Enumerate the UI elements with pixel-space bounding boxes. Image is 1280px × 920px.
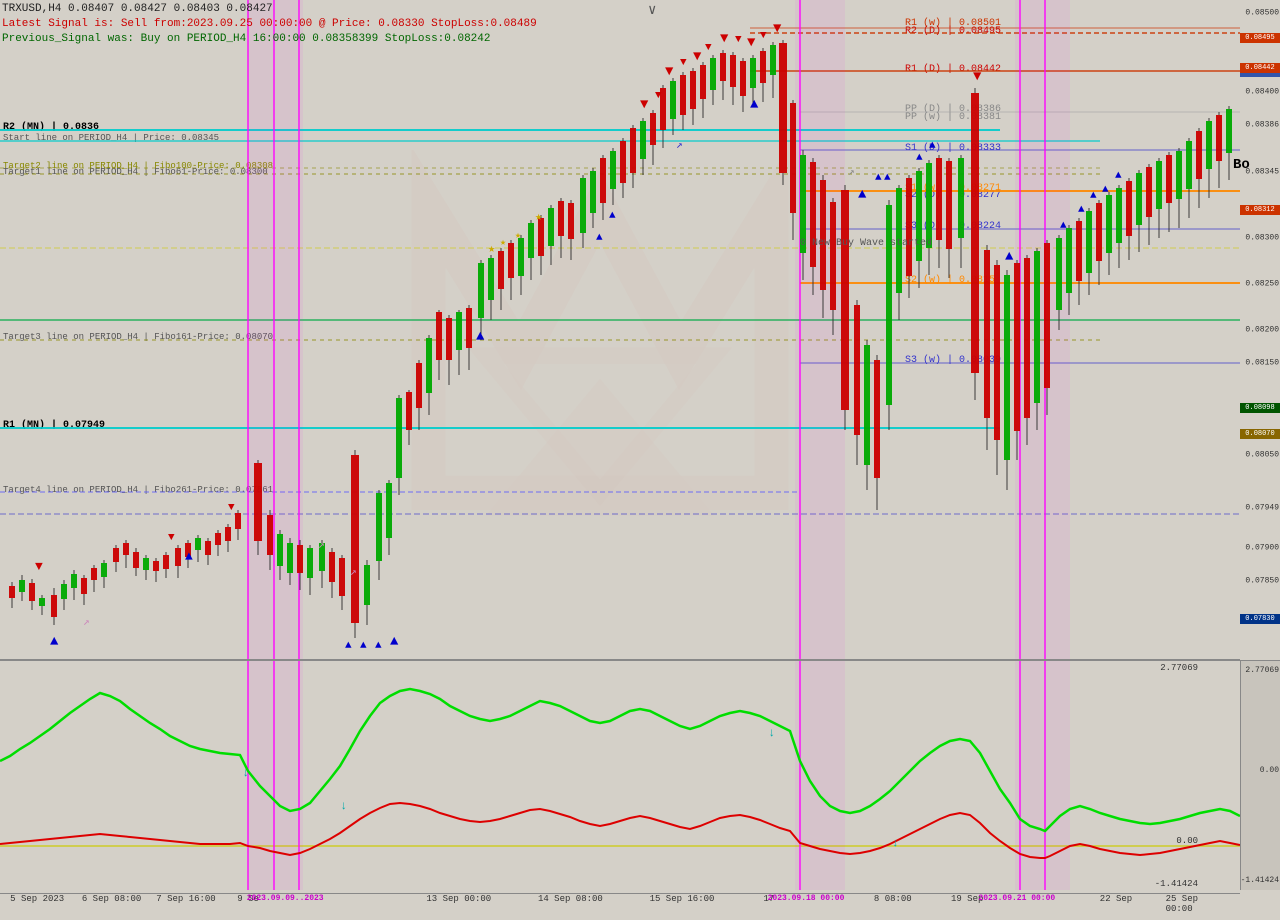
header-line-1: TRXUSD,H4 0.08407 0.08427 0.08403 0.0842…	[2, 2, 537, 17]
svg-text:★: ★	[535, 210, 542, 224]
svg-text:▲: ▲	[1090, 190, 1097, 202]
svg-text:▲: ▲	[375, 640, 382, 652]
indicator-svg: ↓ ↓ ↓ ↓	[0, 661, 1240, 890]
svg-text:↓: ↓	[768, 726, 775, 740]
right-prices: 0.08500 0.08450 0.08427 0.08400 0.08495 …	[1240, 0, 1280, 660]
xaxis-sep13: 13 Sep 00:00	[426, 894, 491, 904]
ind-price-top: 2.77069	[1245, 666, 1279, 675]
svg-text:▲: ▲	[929, 140, 936, 152]
svg-text:∨: ∨	[648, 3, 656, 19]
xaxis-sep6: 6 Sep 08:00	[82, 894, 141, 904]
svg-text:▲: ▲	[916, 152, 923, 164]
svg-text:★: ★	[500, 238, 506, 249]
svg-text:▲: ▲	[596, 232, 603, 244]
price-08300: 0.08300	[1245, 233, 1279, 242]
svg-text:▲: ▲	[875, 172, 882, 184]
svg-text:▼: ▼	[35, 559, 43, 574]
indicator-chart: ↓ ↓ ↓ ↓ Profit-Signal | Modified By FSB3…	[0, 660, 1240, 890]
xaxis-sep15: 15 Sep 16:00	[650, 894, 715, 904]
svg-text:▲: ▲	[1060, 220, 1067, 232]
svg-text:▼: ▼	[680, 57, 687, 69]
xaxis-sep21-date: 2023.09.21 00:00	[978, 894, 1055, 903]
svg-text:▲: ▲	[609, 210, 616, 222]
xaxis-sep7: 7 Sep 16:00	[156, 894, 215, 904]
price-07900: 0.07900	[1245, 543, 1279, 552]
svg-text:0 New Buy Wave started: 0 New Buy Wave started	[800, 237, 932, 249]
svg-text:★: ★	[488, 242, 495, 256]
xaxis-sep14: 14 Sep 08:00	[538, 894, 603, 904]
svg-text:▲: ▲	[50, 634, 59, 650]
svg-text:↓: ↓	[892, 838, 899, 850]
svg-text:▲: ▲	[750, 97, 759, 113]
xaxis-sep9-date: 2023.09.09..2023	[247, 894, 324, 903]
t3-price-box: 0.08070	[1240, 429, 1280, 439]
svg-text:▼: ▼	[973, 69, 982, 85]
svg-text:▼: ▼	[705, 42, 712, 54]
r1d-price-label: 0.08442	[1240, 63, 1280, 73]
price-08150: 0.08150	[1245, 359, 1279, 368]
main-chart: ▼ ▼ ▼ ▼ ▼ ▼ ▼ ▼ ▼ ▼ ▼ ▼ ▼ ▼ ▼ ▲ ▲ ▲ ▲ ▲ …	[0, 0, 1240, 660]
header-line-2: Latest Signal is: Sell from:2023.09.25 0…	[2, 17, 537, 32]
price-08200: 0.08200	[1245, 326, 1279, 335]
svg-text:↗: ↗	[83, 617, 90, 629]
price-08400: 0.08400	[1245, 88, 1279, 97]
svg-text:↗: ↗	[676, 140, 683, 152]
svg-text:▲: ▲	[185, 549, 193, 564]
svg-text:▼: ▼	[720, 31, 729, 47]
svg-text:↓: ↓	[340, 799, 347, 813]
header-line-3: Previous_Signal was: Buy on PERIOD_H4 16…	[2, 32, 537, 47]
svg-text:▼: ▼	[747, 35, 756, 51]
svg-text:▼: ▼	[228, 502, 235, 514]
header-info: TRXUSD,H4 0.08407 0.08427 0.08403 0.0842…	[2, 2, 537, 47]
xaxis-sep22: 22 Sep	[1100, 894, 1132, 904]
chart-svg: ▼ ▼ ▼ ▼ ▼ ▼ ▼ ▼ ▼ ▼ ▼ ▼ ▼ ▼ ▼ ▲ ▲ ▲ ▲ ▲ …	[0, 0, 1240, 660]
svg-text:▼: ▼	[655, 90, 662, 102]
svg-text:★: ★	[515, 231, 521, 242]
r2d-price-label: 0.08495	[1240, 33, 1280, 43]
xaxis-sep5: 5 Sep 2023	[10, 894, 64, 904]
svg-text:▲: ▲	[884, 172, 891, 184]
svg-text:↓: ↓	[242, 766, 249, 780]
svg-text:▼: ▼	[693, 49, 702, 65]
svg-text:▼: ▼	[168, 532, 175, 544]
svg-text:▲: ▲	[1005, 249, 1014, 265]
svg-text:↗: ↗	[318, 540, 325, 552]
svg-text:▲: ▲	[1102, 184, 1109, 196]
xaxis: 5 Sep 2023 6 Sep 08:00 7 Sep 16:00 9 Se …	[0, 893, 1240, 911]
indicator-right-panel: 2.77069 0.00 -1.41424	[1240, 660, 1280, 890]
price-07850: 0.07850	[1245, 576, 1279, 585]
price-07949: 0.07949	[1245, 504, 1279, 513]
svg-text:↗: ↗	[848, 167, 855, 179]
svg-text:▲: ▲	[345, 640, 352, 652]
price-08500: 0.08500	[1245, 9, 1279, 18]
bo-label: Bo	[1233, 157, 1250, 173]
t4-price-box: 0.07830	[1240, 614, 1280, 624]
svg-text:▼: ▼	[773, 21, 782, 37]
s1-price-box: 0.08312	[1240, 205, 1280, 215]
price-08345: 0.08345	[1245, 167, 1279, 176]
svg-text:▼: ▼	[665, 64, 674, 80]
price-08250: 0.08250	[1245, 279, 1279, 288]
svg-text:▼: ▼	[760, 30, 767, 42]
ind-price-bot: -1.41424	[1241, 876, 1279, 885]
xaxis-sep18-date: 2023.09.18 00:00	[768, 894, 845, 903]
svg-text:▲: ▲	[360, 640, 367, 652]
xaxis-sep18b: 8 08:00	[874, 894, 912, 904]
svg-text:▲: ▲	[858, 187, 867, 203]
svg-text:▼: ▼	[735, 34, 742, 46]
svg-text:▲: ▲	[476, 329, 485, 345]
xaxis-sep25: 25 Sep 00:00	[1166, 894, 1216, 914]
svg-text:▲: ▲	[390, 634, 399, 650]
price-08386: 0.08386	[1245, 121, 1279, 130]
price-08050: 0.08050	[1245, 451, 1279, 460]
ind-price-mid: 0.00	[1260, 766, 1279, 775]
svg-text:↗: ↗	[350, 567, 357, 579]
svg-text:▼: ▼	[640, 97, 649, 113]
s2-price-box: 0.08098	[1240, 403, 1280, 413]
svg-text:▲: ▲	[1078, 204, 1085, 216]
svg-text:▲: ▲	[1115, 170, 1122, 182]
chart-container: ▼ ▼ ▼ ▼ ▼ ▼ ▼ ▼ ▼ ▼ ▼ ▼ ▼ ▼ ▼ ▲ ▲ ▲ ▲ ▲ …	[0, 0, 1280, 920]
